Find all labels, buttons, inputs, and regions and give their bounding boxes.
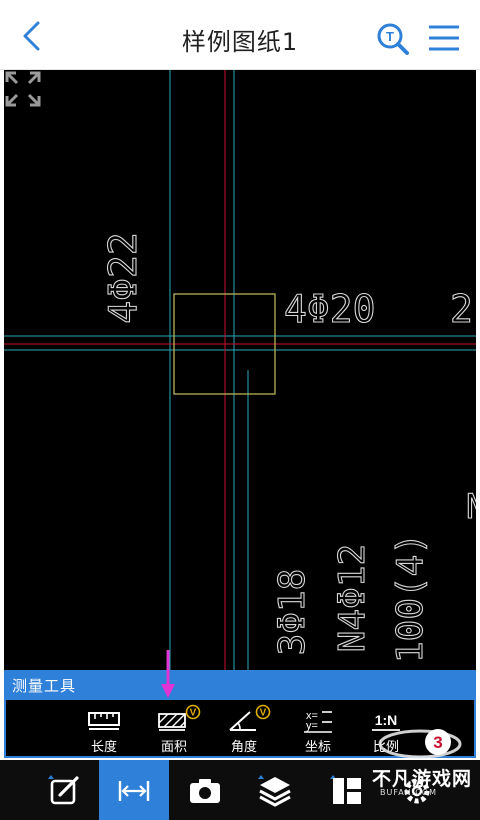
tool-area-label: 面积 [160, 740, 187, 755]
tool-length-button[interactable]: 长度 [74, 704, 134, 756]
label-bottom-3: 100(4) [390, 533, 431, 663]
svg-text:y=: y= [306, 720, 318, 732]
menu-icon[interactable] [424, 20, 464, 56]
camera-icon [190, 779, 220, 803]
area-hatch-icon: V [158, 704, 201, 731]
label-bottom-2: N4Φ12 [332, 544, 373, 652]
layout-icon [333, 778, 361, 804]
pointer-arrow-icon [161, 650, 175, 698]
fullscreen-icon[interactable] [4, 70, 42, 108]
tool-angle-label: 角度 [230, 740, 257, 755]
text-search-icon[interactable]: T [374, 20, 414, 56]
svg-text:T: T [386, 29, 394, 44]
svg-text:V: V [190, 708, 197, 719]
measure-icon [118, 781, 150, 801]
ruler-icon [88, 712, 120, 730]
label-right-of-box: 4Φ20 [284, 287, 376, 331]
tool-coordinate-label: 坐标 [304, 740, 331, 755]
nav-measure-button[interactable] [99, 760, 169, 820]
tool-angle-button[interactable]: V 角度 [214, 704, 274, 756]
coordinate-icon: x= y= [304, 710, 332, 733]
angle-icon: V [229, 704, 271, 731]
label-right-edge: N [466, 487, 476, 527]
measure-tools-header: 测量工具 [4, 670, 476, 700]
layers-icon [259, 777, 291, 807]
label-far-right: 2 [450, 287, 473, 331]
back-arrow-icon[interactable] [14, 18, 50, 54]
watermark-url: BUFAN.COM [380, 788, 437, 797]
tool-area-button[interactable]: V 面积 [144, 704, 204, 756]
edit-icon [50, 776, 79, 805]
svg-text:3: 3 [433, 733, 442, 752]
label-bottom-1: 3Φ18 [272, 569, 313, 656]
nav-edit-button[interactable] [30, 760, 100, 820]
watermark-text: 不凡游戏网 [372, 768, 473, 790]
nav-camera-button[interactable] [170, 760, 240, 820]
tool-length-label: 长度 [90, 740, 117, 755]
measure-tools-title: 测量工具 [12, 677, 77, 695]
svg-text:V: V [260, 708, 267, 719]
page-title: 样例图纸1 [181, 28, 299, 56]
nav-layers-button[interactable] [240, 760, 310, 820]
drawing-canvas[interactable]: 4Φ22 4Φ20 2 N 3Φ18 N4Φ12 100(4) [4, 70, 476, 670]
cad-drawing: 4Φ22 4Φ20 2 N 3Φ18 N4Φ12 100(4) [4, 70, 476, 670]
top-bar: 样例图纸1 T [0, 0, 480, 70]
label-top-left: 4Φ22 [101, 232, 145, 324]
tool-coordinate-button[interactable]: x= y= 坐标 [288, 704, 348, 756]
